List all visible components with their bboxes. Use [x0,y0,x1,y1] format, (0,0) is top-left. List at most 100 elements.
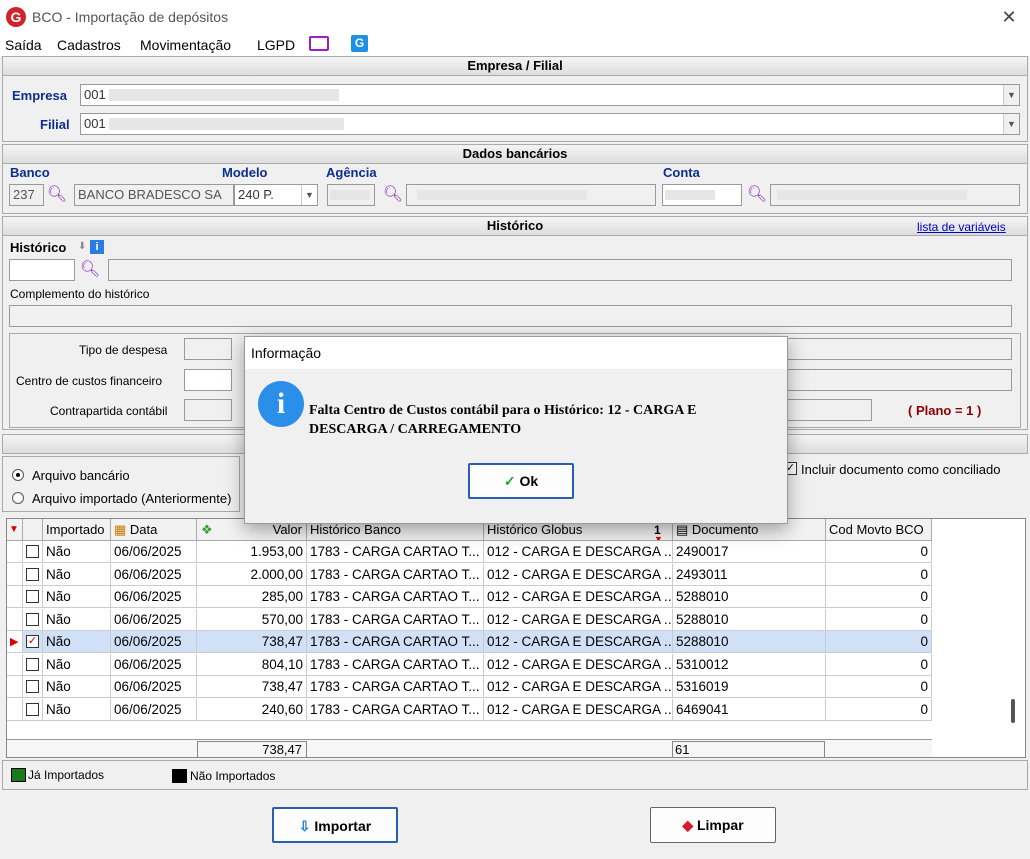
import-icon: ⇩ [298,818,315,834]
cell-importado: Não [43,676,111,698]
empresa-value: 001 [84,87,106,102]
menu-cadastros[interactable]: Cadastros [57,37,121,53]
header-importado[interactable]: Importado [43,519,111,541]
row-checkbox[interactable] [26,702,39,716]
row-checkbox[interactable] [26,545,39,558]
cell-documento: 5310012 [673,653,826,676]
header-documento-label: Documento [691,522,759,537]
row-checkbox-cell [23,676,43,698]
search-icon[interactable]: 🔍︎ [746,184,768,206]
menu-movimentacao[interactable]: Movimentação [140,37,231,53]
row-checkbox-cell [23,586,43,608]
cell-cod: 0 [826,698,932,721]
centro-custos-label: Centro de custos financeiro [16,374,163,388]
info-icon[interactable]: i [90,240,104,254]
cell-importado: Não [43,541,111,563]
cell-valor: 1.953,00 [197,541,307,563]
cell-importado: Não [43,631,111,653]
contrapartida-input[interactable] [184,399,232,421]
globus-app-icon[interactable]: G [351,35,368,52]
radio-arquivo-importado[interactable] [12,492,24,504]
monitor-icon[interactable] [309,36,329,51]
cell-hist_globus: 012 - CARGA E DESCARGA ... [484,676,673,698]
row-checkbox[interactable] [26,657,39,671]
menu-saida[interactable]: Saída [5,37,42,53]
row-checkbox[interactable]: ✓ [26,635,39,648]
row-checkbox[interactable] [26,680,39,693]
incluir-label: Incluir documento como conciliado [801,462,1001,477]
cell-hist_banco: 1783 - CARGA CARTAO T... [307,608,484,631]
cell-cod: 0 [826,541,932,563]
menu-lgpd[interactable]: LGPD [257,37,295,53]
filial-label: Filial [40,117,70,132]
cell-cod: 0 [826,563,932,586]
close-button[interactable]: ✕ [996,4,1022,30]
info-dialog: Informação i Falta Centro de Custos cont… [244,336,788,524]
empresa-filial-header: Empresa / Filial [2,56,1028,76]
header-check [23,519,43,541]
search-icon[interactable]: 🔍︎ [382,184,404,206]
money-icon: ❖ [201,522,213,537]
agencia-input[interactable] [327,184,375,206]
row-checkbox-cell: ✓ [23,631,43,653]
radio-arquivo-bancario[interactable] [12,469,24,481]
cell-data: 06/06/2025 [111,586,197,608]
arrow-down-icon: ⬇ [78,241,87,252]
banco-code-input[interactable]: 237 [9,184,44,206]
filial-select[interactable]: 001 ▼ [80,113,1020,135]
row-indicator-icon: ▶ [7,631,23,653]
row-checkbox[interactable] [26,567,39,581]
centro-custos-input[interactable] [184,369,232,391]
header-data[interactable]: ▦ Data [111,519,197,541]
row-checkbox[interactable] [26,590,39,603]
cell-hist_banco: 1783 - CARGA CARTAO T... [307,698,484,721]
chevron-down-icon[interactable]: ▼ [1003,85,1019,105]
document-icon: ▤ [676,522,692,537]
cell-valor: 2.000,00 [197,563,307,586]
cell-importado: Não [43,586,111,608]
grid-filter-icon[interactable]: ▼ [7,519,23,541]
filial-value: 001 [84,116,106,131]
cell-hist_globus: 012 - CARGA E DESCARGA ... [484,563,673,586]
lista-variaveis-link[interactable]: lista de variáveis [917,220,1006,234]
scrollbar-thumb[interactable] [1011,699,1015,723]
conta-name-redacted [777,190,967,200]
header-cod-movto[interactable]: Cod Movto BCO [826,519,932,541]
complemento-input[interactable] [9,305,1012,327]
historico-code-input[interactable] [9,259,75,281]
limpar-button[interactable]: ◆ Limpar [650,807,776,843]
ok-label: Ok [519,473,539,489]
eraser-icon: ◆ [682,817,697,833]
cell-valor: 804,10 [197,653,307,676]
modelo-value: 240 P. [238,187,274,202]
conta-input[interactable] [662,184,742,206]
historico-desc-field [108,259,1012,281]
modelo-select[interactable]: 240 P. ▼ [234,184,318,206]
importar-label: Importar [314,818,372,834]
cell-hist_banco: 1783 - CARGA CARTAO T... [307,631,484,653]
ok-button[interactable]: ✓ Ok [468,463,574,499]
plano-label: ( Plano = 1 ) [908,403,982,418]
cell-valor: 570,00 [197,608,307,631]
cell-hist_globus: 012 - CARGA E DESCARGA ... [484,653,673,676]
row-checkbox-cell [23,698,43,721]
empresa-label: Empresa [12,88,67,103]
agencia-name-redacted [417,190,587,200]
cell-valor: 240,60 [197,698,307,721]
row-checkbox[interactable] [26,612,39,626]
importar-button[interactable]: ⇩ Importar [272,807,398,843]
cell-documento: 2493011 [673,563,826,586]
tipo-despesa-input[interactable] [184,338,232,360]
chevron-down-icon[interactable]: ▼ [301,185,317,205]
cell-cod: 0 [826,631,932,653]
agencia-redacted [330,190,370,200]
chevron-down-icon[interactable]: ▼ [1003,114,1019,134]
cell-data: 06/06/2025 [111,631,197,653]
search-icon[interactable]: 🔍︎ [79,259,101,281]
cell-documento: 5288010 [673,586,826,608]
empresa-select[interactable]: 001 ▼ [80,84,1020,106]
cell-hist_banco: 1783 - CARGA CARTAO T... [307,541,484,563]
search-icon[interactable]: 🔍︎ [46,184,68,206]
cell-importado: Não [43,698,111,721]
cell-importado: Não [43,563,111,586]
